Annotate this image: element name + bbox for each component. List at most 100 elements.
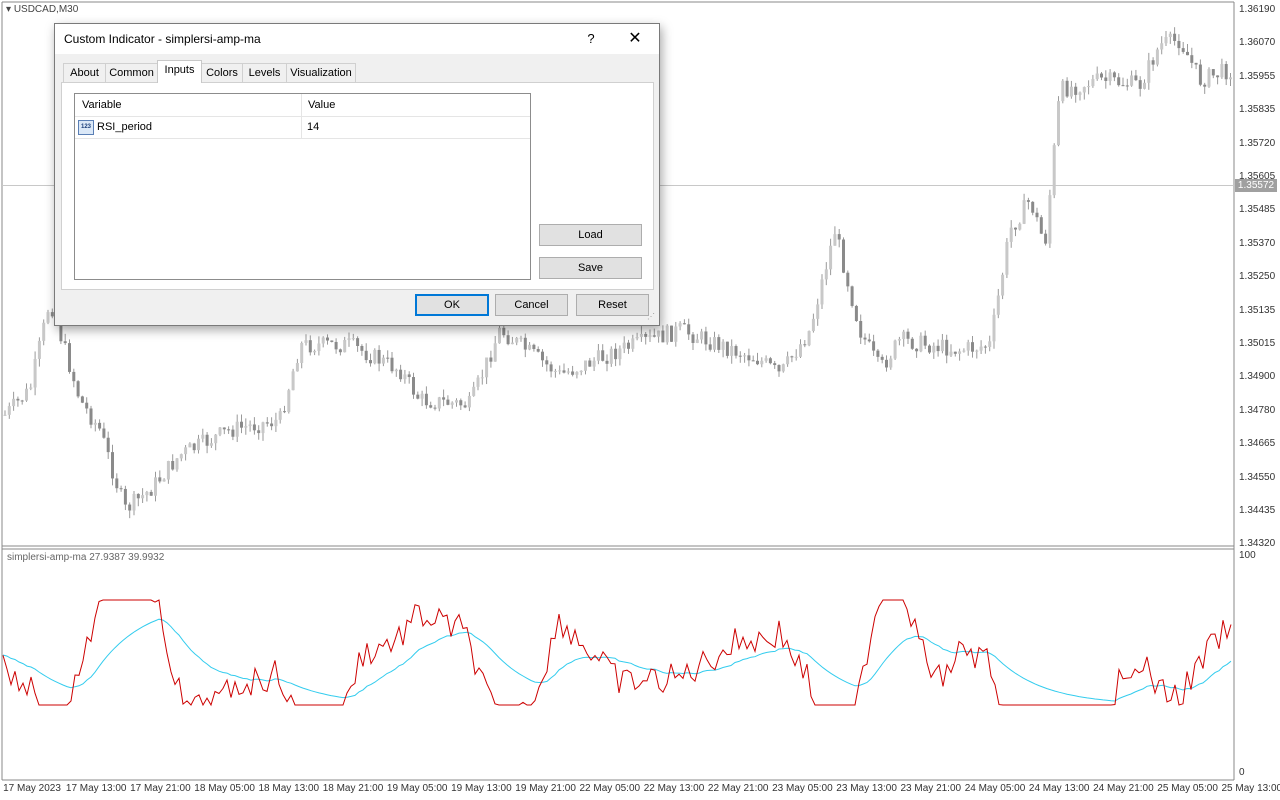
candle-body bbox=[536, 349, 540, 352]
candle-body bbox=[1044, 233, 1048, 244]
candle-body bbox=[1190, 55, 1194, 63]
candle-body bbox=[510, 342, 514, 345]
close-button[interactable]: ✕ bbox=[613, 24, 657, 54]
candle-body bbox=[1078, 92, 1082, 95]
candle-body bbox=[541, 351, 544, 361]
candle-body bbox=[274, 419, 278, 427]
candle-body bbox=[859, 320, 863, 338]
tab-inputs[interactable]: Inputs bbox=[157, 60, 202, 83]
candle-body bbox=[975, 350, 979, 352]
save-button[interactable]: Save bbox=[539, 257, 642, 279]
reset-button[interactable]: Reset bbox=[576, 294, 649, 316]
candle-body bbox=[863, 337, 867, 340]
candle-body bbox=[1173, 33, 1177, 41]
candle-body bbox=[214, 434, 218, 444]
candle-body bbox=[932, 345, 936, 353]
candle-body bbox=[399, 369, 403, 380]
candle-body bbox=[1177, 40, 1181, 49]
candle-body bbox=[356, 338, 360, 347]
candle-body bbox=[691, 334, 695, 343]
candle-body bbox=[876, 350, 880, 357]
column-header-value[interactable]: Value bbox=[308, 99, 335, 111]
candle-body bbox=[154, 477, 157, 496]
candle-body bbox=[377, 349, 381, 364]
candle-body bbox=[751, 360, 755, 362]
candle-body bbox=[257, 430, 261, 434]
table-row[interactable]: 123 RSI_period 14 bbox=[75, 117, 530, 139]
candle-body bbox=[205, 434, 209, 446]
candle-body bbox=[743, 355, 747, 357]
help-button[interactable]: ? bbox=[573, 24, 609, 54]
candle-body bbox=[983, 346, 987, 348]
candle-body bbox=[248, 424, 252, 427]
candle-body bbox=[768, 358, 772, 364]
tab-common[interactable]: Common bbox=[105, 63, 158, 83]
candle-body bbox=[704, 331, 708, 345]
candle-body bbox=[80, 396, 84, 403]
candle-body bbox=[803, 344, 807, 346]
candle-body bbox=[321, 337, 325, 344]
price-axis-label: 1.34435 bbox=[1239, 505, 1276, 516]
candle-body bbox=[1005, 241, 1009, 275]
candle-body bbox=[424, 393, 428, 406]
candle-body bbox=[261, 422, 265, 434]
candle-body bbox=[295, 363, 299, 372]
tab-about[interactable]: About bbox=[63, 63, 106, 83]
candle-body bbox=[833, 234, 837, 246]
price-axis-label: 1.35720 bbox=[1239, 137, 1276, 149]
candle-body bbox=[283, 411, 286, 413]
ma-line bbox=[2, 618, 1232, 702]
candle-body bbox=[678, 323, 682, 327]
time-axis-label: 19 May 13:00 bbox=[451, 783, 512, 794]
candle-body bbox=[885, 359, 888, 368]
candle-body bbox=[351, 338, 355, 340]
tab-visualization[interactable]: Visualization bbox=[286, 63, 356, 83]
column-header-variable[interactable]: Variable bbox=[82, 99, 122, 111]
tab-levels[interactable]: Levels bbox=[242, 63, 287, 83]
variable-value[interactable]: 14 bbox=[307, 121, 319, 133]
integer-variable-icon: 123 bbox=[78, 120, 94, 135]
candle-body bbox=[347, 338, 351, 341]
candle-body bbox=[867, 339, 871, 342]
candle-body bbox=[872, 341, 876, 351]
candle-body bbox=[403, 374, 407, 380]
candle-body bbox=[781, 364, 785, 372]
load-button[interactable]: Load bbox=[539, 224, 642, 246]
candle-body bbox=[1160, 43, 1164, 50]
candle-body bbox=[467, 395, 471, 408]
inputs-table[interactable]: Variable Value 123 RSI_period 14 bbox=[74, 93, 531, 280]
candle-body bbox=[760, 360, 764, 365]
candle-body bbox=[635, 336, 639, 339]
candle-body bbox=[588, 360, 592, 367]
candle-body bbox=[734, 346, 738, 356]
candle-body bbox=[850, 286, 854, 306]
ok-button[interactable]: OK bbox=[415, 294, 489, 316]
candle-body bbox=[1138, 80, 1142, 89]
candle-body bbox=[265, 422, 269, 424]
candle-body bbox=[717, 337, 721, 350]
rsi-line bbox=[2, 599, 1232, 707]
time-axis-label: 18 May 13:00 bbox=[258, 783, 320, 794]
candle-body bbox=[1229, 77, 1232, 80]
candle-body bbox=[794, 356, 798, 358]
symbol-label: ▾ USDCAD,M30 bbox=[6, 4, 79, 15]
candle-body bbox=[1216, 75, 1220, 78]
tab-colors[interactable]: Colors bbox=[201, 63, 243, 83]
candle-body bbox=[700, 331, 704, 340]
candle-body bbox=[197, 438, 200, 451]
candle-body bbox=[1121, 85, 1125, 87]
price-axis-label: 1.34665 bbox=[1239, 438, 1276, 450]
time-axis-label: 23 May 05:00 bbox=[772, 783, 833, 794]
cancel-button[interactable]: Cancel bbox=[495, 294, 568, 316]
candle-body bbox=[209, 443, 213, 446]
candle-body bbox=[287, 390, 291, 412]
candle-body bbox=[971, 342, 974, 352]
candle-body bbox=[1052, 145, 1056, 196]
candle-body bbox=[472, 386, 476, 396]
title-bar[interactable]: Custom Indicator - simplersi-amp-ma ? ✕ bbox=[55, 24, 659, 54]
candle-body bbox=[1091, 79, 1095, 87]
candle-body bbox=[308, 340, 312, 353]
resize-grip-icon[interactable]: ⋰ bbox=[647, 312, 657, 322]
candle-body bbox=[579, 370, 583, 373]
candle-body bbox=[1074, 86, 1078, 95]
